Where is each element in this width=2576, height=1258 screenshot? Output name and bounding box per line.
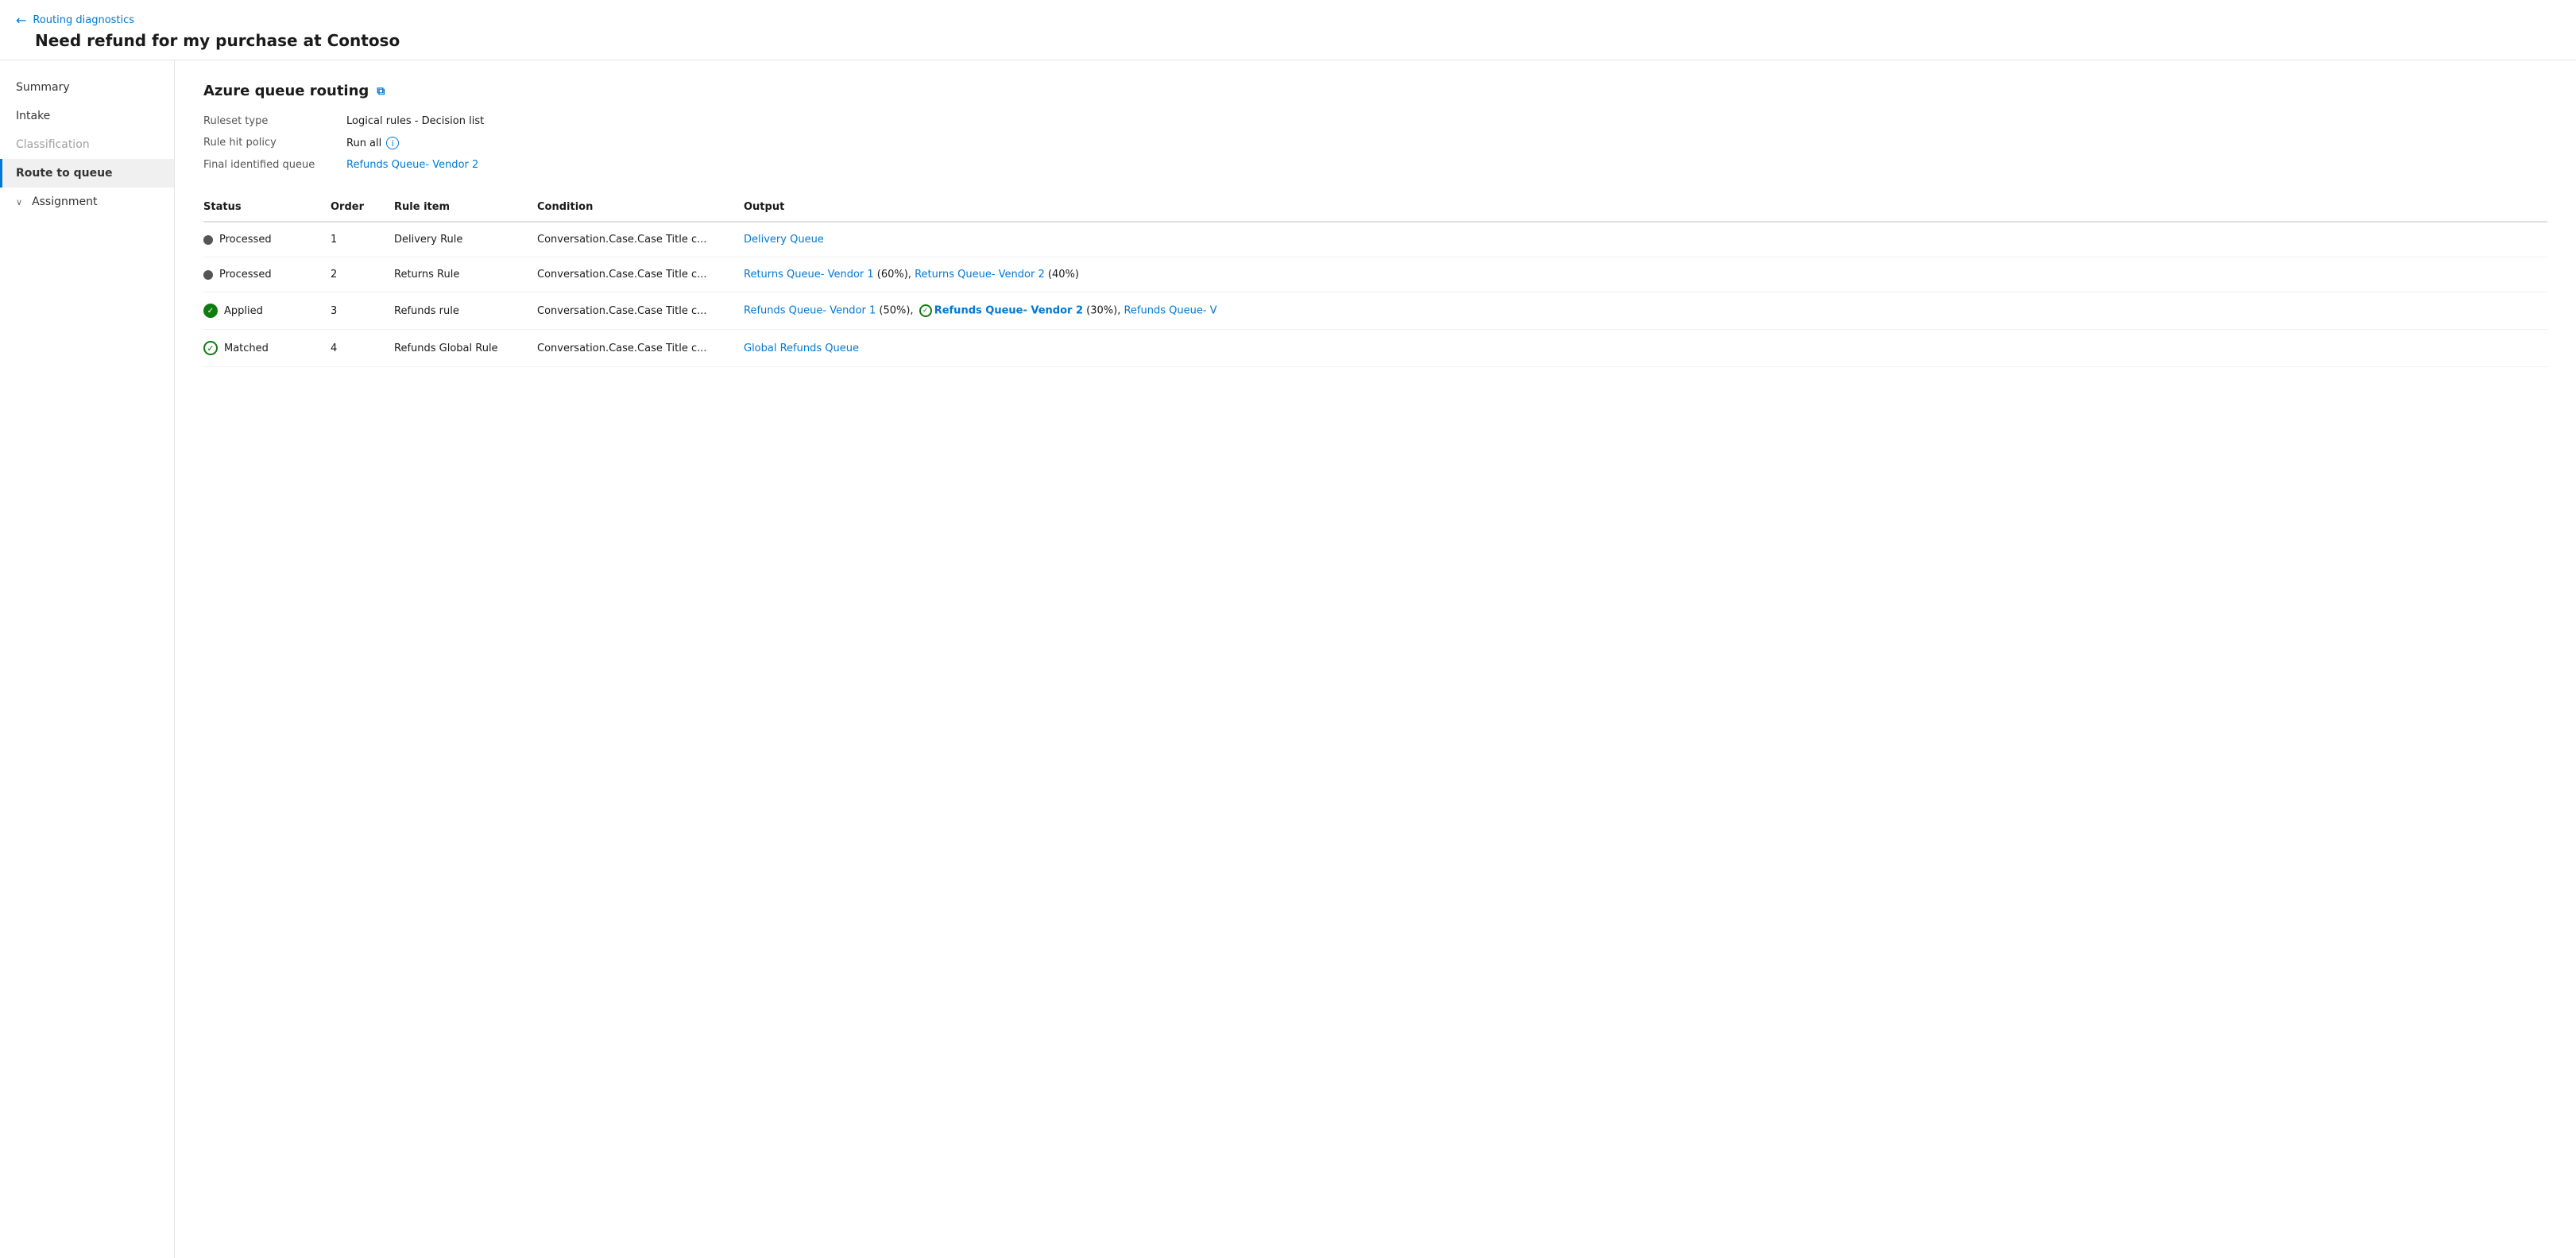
- rule-hit-policy-value: Run all i: [346, 137, 2547, 149]
- page-title: Need refund for my purchase at Contoso: [16, 31, 2560, 50]
- info-icon[interactable]: i: [386, 137, 399, 149]
- sidebar-item-label: Route to queue: [16, 167, 113, 180]
- sidebar-item-route-to-queue[interactable]: Route to queue: [0, 159, 174, 188]
- rule-hit-policy-label: Rule hit policy: [203, 137, 346, 149]
- status-cell: Processed: [203, 222, 331, 257]
- status-cell: ✓ Matched: [203, 330, 331, 367]
- breadcrumb-row: ← Routing diagnostics: [16, 13, 2560, 28]
- order-cell: 4: [331, 330, 394, 367]
- output-link[interactable]: Returns Queue- Vendor 2: [915, 269, 1045, 281]
- status-cell: ✓ Applied: [203, 292, 331, 330]
- external-link-icon[interactable]: ⧉: [377, 85, 385, 98]
- condition-cell: Conversation.Case.Case Title c...: [537, 292, 744, 330]
- sidebar-item-classification: Classification: [0, 130, 174, 159]
- status-label: Processed: [219, 234, 272, 246]
- output-link[interactable]: Refunds Queue- Vendor 2: [934, 305, 1083, 317]
- col-header-order: Order: [331, 193, 394, 222]
- ruleset-type-label: Ruleset type: [203, 115, 346, 127]
- status-check-filled-icon: ✓: [203, 304, 218, 318]
- table-row: Processed 2 Returns Rule Conversation.Ca…: [203, 257, 2547, 292]
- info-grid: Ruleset type Logical rules - Decision li…: [203, 115, 2547, 171]
- final-queue-label: Final identified queue: [203, 159, 346, 171]
- header: ← Routing diagnostics Need refund for my…: [0, 0, 2576, 60]
- status-cell: Processed: [203, 257, 331, 292]
- back-button[interactable]: ←: [16, 13, 26, 28]
- output-cell: Global Refunds Queue: [744, 330, 2547, 367]
- sidebar-item-label: Classification: [16, 138, 90, 151]
- main-layout: Summary Intake Classification Route to q…: [0, 60, 2576, 1258]
- sidebar-item-label: Summary: [16, 81, 70, 94]
- rule-item-cell: Refunds Global Rule: [394, 330, 537, 367]
- sidebar: Summary Intake Classification Route to q…: [0, 60, 175, 1258]
- rule-item-cell: Refunds rule: [394, 292, 537, 330]
- content-area: Azure queue routing ⧉ Ruleset type Logic…: [175, 60, 2576, 1258]
- output-link[interactable]: Refunds Queue- Vendor 1: [744, 305, 876, 317]
- inline-check-icon: ✓: [919, 304, 932, 317]
- rule-item-cell: Returns Rule: [394, 257, 537, 292]
- final-queue-value[interactable]: Refunds Queue- Vendor 2: [346, 159, 2547, 171]
- status-dot-icon: [203, 235, 213, 245]
- output-link[interactable]: Returns Queue- Vendor 1: [744, 269, 874, 281]
- sidebar-item-label: Assignment: [32, 195, 97, 208]
- status-check-icon: ✓: [203, 341, 218, 355]
- section-title: Azure queue routing ⧉: [203, 83, 2547, 99]
- col-header-output: Output: [744, 193, 2547, 222]
- status-dot-icon: [203, 270, 213, 280]
- output-link[interactable]: Global Refunds Queue: [744, 343, 859, 354]
- table-row: Processed 1 Delivery Rule Conversation.C…: [203, 222, 2547, 257]
- routing-table: Status Order Rule item Condition Output: [203, 193, 2547, 367]
- condition-cell: Conversation.Case.Case Title c...: [537, 257, 744, 292]
- output-cell: Refunds Queue- Vendor 1 (50%), ✓Refunds …: [744, 292, 2547, 330]
- output-link[interactable]: Refunds Queue- V: [1124, 305, 1216, 317]
- table-row: ✓ Matched 4 Refunds Global Rule Conversa…: [203, 330, 2547, 367]
- order-cell: 1: [331, 222, 394, 257]
- sidebar-item-summary[interactable]: Summary: [0, 73, 174, 102]
- status-label: Processed: [219, 269, 272, 281]
- condition-cell: Conversation.Case.Case Title c...: [537, 330, 744, 367]
- output-cell: Delivery Queue: [744, 222, 2547, 257]
- order-cell: 2: [331, 257, 394, 292]
- status-label: Applied: [224, 305, 263, 317]
- ruleset-type-value: Logical rules - Decision list: [346, 115, 2547, 127]
- sidebar-item-label: Intake: [16, 110, 50, 122]
- col-header-condition: Condition: [537, 193, 744, 222]
- app-container: ← Routing diagnostics Need refund for my…: [0, 0, 2576, 1258]
- col-header-status: Status: [203, 193, 331, 222]
- condition-cell: Conversation.Case.Case Title c...: [537, 222, 744, 257]
- output-cell: Returns Queue- Vendor 1 (60%), Returns Q…: [744, 257, 2547, 292]
- table-header-row: Status Order Rule item Condition Output: [203, 193, 2547, 222]
- output-link[interactable]: Delivery Queue: [744, 234, 824, 246]
- sidebar-item-assignment[interactable]: ∨ Assignment: [0, 188, 174, 216]
- chevron-down-icon: ∨: [16, 197, 22, 207]
- order-cell: 3: [331, 292, 394, 330]
- rule-item-cell: Delivery Rule: [394, 222, 537, 257]
- status-label: Matched: [224, 343, 269, 354]
- breadcrumb[interactable]: Routing diagnostics: [33, 14, 134, 26]
- table-row: ✓ Applied 3 Refunds rule Conversation.Ca…: [203, 292, 2547, 330]
- sidebar-item-intake[interactable]: Intake: [0, 102, 174, 130]
- col-header-rule-item: Rule item: [394, 193, 537, 222]
